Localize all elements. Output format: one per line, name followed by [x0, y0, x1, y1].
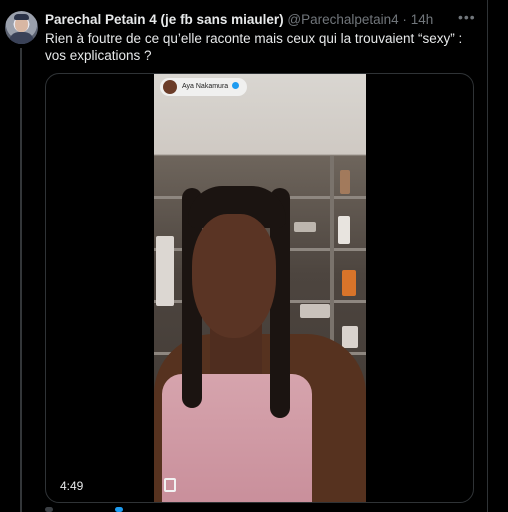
author-handle[interactable]: @Parechalpetain4 — [287, 12, 398, 27]
tweet-text: Rien à foutre de ce qu’elle raconte mais… — [45, 31, 463, 63]
tweet-header: Parechal Petain 4 (je fb sans miauler) @… — [45, 12, 433, 28]
thread-line — [20, 48, 22, 512]
fullscreen-icon[interactable] — [164, 478, 176, 492]
action-bar — [45, 505, 245, 512]
bag-item — [338, 216, 350, 244]
reply-icon[interactable] — [45, 507, 53, 512]
avatar-coat — [9, 32, 34, 44]
author-name[interactable]: Parechal Petain 4 (je fb sans miauler) — [45, 12, 284, 27]
creator-name: Aya Nakamura — [182, 83, 229, 90]
video-duration: 4:49 — [60, 479, 84, 493]
more-horizontal-icon[interactable]: ••• — [458, 9, 476, 25]
shoe-item — [300, 304, 330, 318]
retweet-icon[interactable] — [115, 507, 123, 512]
hanging-clothes — [156, 236, 174, 306]
bag-item — [342, 326, 358, 348]
tweet-timestamp[interactable]: 14h — [411, 12, 434, 27]
creator-badge: Aya Nakamura — [160, 78, 248, 96]
creator-avatar — [163, 80, 177, 94]
author-avatar[interactable] — [5, 11, 38, 44]
person-face — [192, 214, 276, 338]
column-border — [487, 0, 488, 512]
verified-icon — [232, 82, 240, 89]
header-separator: · — [402, 12, 407, 27]
avatar-cap — [14, 14, 29, 20]
bag-item — [342, 270, 356, 296]
media-container[interactable]: Aya Nakamura 4:49 — [45, 73, 474, 503]
shoe-item — [294, 222, 316, 232]
tweet[interactable]: Parechal Petain 4 (je fb sans miauler) @… — [0, 0, 508, 512]
bag-item — [340, 170, 350, 194]
video-player[interactable]: Aya Nakamura — [154, 74, 366, 502]
